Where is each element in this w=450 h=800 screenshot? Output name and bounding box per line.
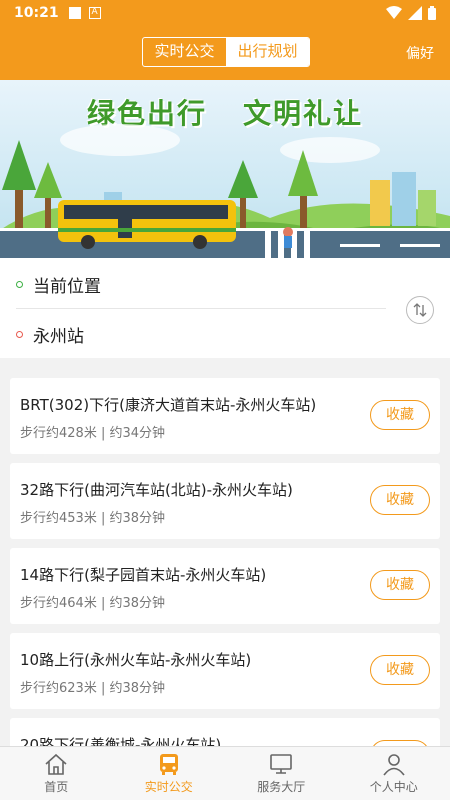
status-bar: 10:21 A xyxy=(0,0,450,26)
divider xyxy=(16,308,386,309)
tab-label: 实时公交 xyxy=(144,780,193,794)
route-time: 约38分钟 xyxy=(109,511,166,526)
battery-icon xyxy=(428,6,436,20)
segmented-control: 实时公交 出行规划 xyxy=(142,37,310,67)
route-card[interactable]: 10路上行(永州火车站-永州火车站) 步行约623米 | 约38分钟 收藏 xyxy=(10,633,440,709)
bus-illustration xyxy=(58,200,236,249)
swap-button[interactable] xyxy=(406,296,434,324)
origin-label: 当前位置 xyxy=(33,277,101,297)
route-name: BRT(302)下行(康济大道首末站-永州火车站) xyxy=(20,396,317,414)
destination-field[interactable]: 永州站 xyxy=(16,322,84,347)
favorite-button[interactable]: 收藏 xyxy=(370,485,430,515)
route-walk: 步行约623米 xyxy=(20,681,97,696)
bottom-tab-bar: 首页 实时公交 服务大厅 个人中心 xyxy=(0,746,450,800)
swap-icon xyxy=(413,303,427,317)
tab-realtime-bus[interactable]: 实时公交 xyxy=(143,38,226,66)
route-name: 14路下行(梨子园首末站-永州火车站) xyxy=(20,566,267,584)
route-time: 约38分钟 xyxy=(109,596,166,611)
top-bar: 实时公交 出行规划 偏好 xyxy=(0,26,450,80)
tab-label: 服务大厅 xyxy=(257,780,306,794)
square-notification-icon xyxy=(68,7,81,19)
tab-service-hall[interactable]: 服务大厅 xyxy=(225,747,338,800)
destination-label: 永州站 xyxy=(33,327,84,347)
favorite-button[interactable]: 收藏 xyxy=(370,570,430,600)
route-walk: 步行约464米 xyxy=(20,596,97,611)
location-panel: 当前位置 永州站 xyxy=(0,258,450,358)
route-card[interactable]: BRT(302)下行(康济大道首末站-永州火车站) 步行约428米 | 约34分… xyxy=(10,378,440,454)
tab-label: 首页 xyxy=(44,780,69,794)
signal-icon xyxy=(408,6,422,20)
a-notification-icon: A xyxy=(88,7,101,19)
route-name: 10路上行(永州火车站-永州火车站) xyxy=(20,651,252,669)
route-name: 32路下行(曲河汽车站(北站)-永州火车站) xyxy=(20,481,293,499)
preference-button[interactable]: 偏好 xyxy=(406,43,434,63)
promo-banner[interactable]: 绿色出行 文明礼让 xyxy=(0,80,450,258)
banner-illustration xyxy=(0,124,450,258)
route-time: 约34分钟 xyxy=(109,426,166,441)
route-card[interactable]: 14路下行(梨子园首末站-永州火车站) 步行约464米 | 约38分钟 收藏 xyxy=(10,548,440,624)
origin-dot-icon xyxy=(16,281,23,288)
tab-trip-planning[interactable]: 出行规划 xyxy=(226,38,309,66)
origin-field[interactable]: 当前位置 xyxy=(16,272,101,297)
status-time: 10:21 xyxy=(14,5,59,21)
status-icons xyxy=(386,6,436,20)
route-card[interactable]: 32路下行(曲河汽车站(北站)-永州火车站) 步行约453米 | 约38分钟 收… xyxy=(10,463,440,539)
bus-icon xyxy=(159,754,178,775)
tab-realtime-bus-nav[interactable]: 实时公交 xyxy=(113,747,226,800)
wifi-icon xyxy=(386,6,402,19)
favorite-button[interactable]: 收藏 xyxy=(370,655,430,685)
route-meta: 步行约464米 | 约38分钟 xyxy=(20,596,166,611)
route-walk: 步行约453米 xyxy=(20,511,97,526)
tab-label: 个人中心 xyxy=(369,780,418,794)
destination-dot-icon xyxy=(16,331,23,338)
home-icon xyxy=(45,753,67,775)
favorite-button[interactable]: 收藏 xyxy=(370,400,430,430)
user-icon xyxy=(383,754,405,776)
route-meta: 步行约623米 | 约38分钟 xyxy=(20,681,166,696)
tab-profile[interactable]: 个人中心 xyxy=(338,747,450,800)
route-meta: 步行约453米 | 约38分钟 xyxy=(20,511,166,526)
route-walk: 步行约428米 xyxy=(20,426,97,441)
route-meta: 步行约428米 | 约34分钟 xyxy=(20,426,166,441)
route-time: 约38分钟 xyxy=(109,681,166,696)
monitor-icon xyxy=(270,754,293,774)
tab-home[interactable]: 首页 xyxy=(0,747,113,800)
